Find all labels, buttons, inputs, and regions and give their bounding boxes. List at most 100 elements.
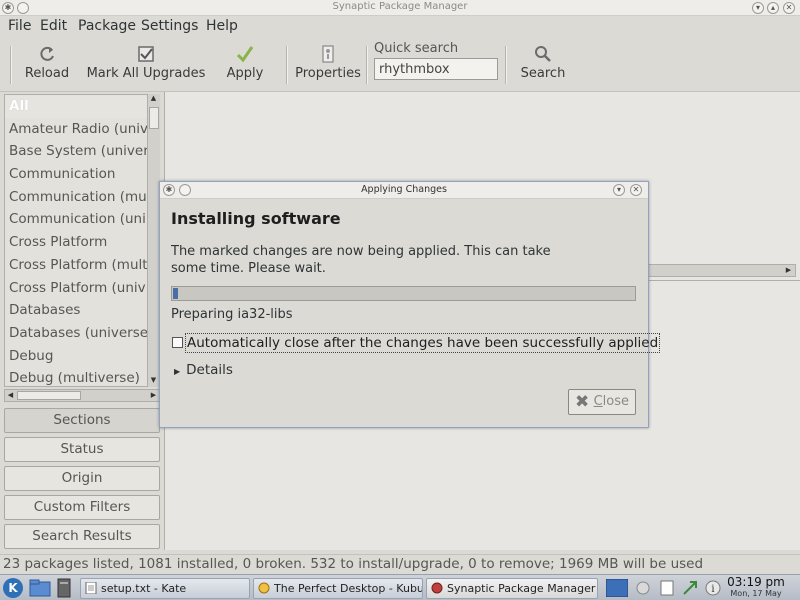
search-results-button[interactable]: Search Results — [4, 524, 160, 549]
scroll-right-icon[interactable]: ▶ — [783, 266, 794, 274]
reload-icon — [40, 46, 54, 61]
close-button[interactable]: ✖ Close — [568, 389, 636, 415]
mark-all-upgrades-label: Mark All Upgrades — [86, 66, 206, 81]
section-list-hscrollbar[interactable]: ◀ ▶ — [4, 389, 160, 402]
custom-filters-button[interactable]: Custom Filters — [4, 495, 160, 520]
task-browser[interactable]: The Perfect Desktop - Kubuntu — [253, 578, 423, 599]
menu-settings[interactable]: Settings — [141, 18, 198, 34]
toolbar-separator — [286, 46, 288, 84]
section-item[interactable]: All — [5, 95, 159, 118]
status-bar: 23 packages listed, 1081 installed, 0 br… — [0, 554, 800, 574]
text-file-icon — [85, 582, 97, 594]
section-item[interactable]: Debug — [5, 345, 159, 368]
clock[interactable]: 03:19 pm Mon, 17 May — [726, 576, 786, 599]
mark-all-upgrades-button[interactable]: Mark All Upgrades — [86, 44, 206, 81]
search-icon — [535, 46, 551, 62]
scrollbar-thumb[interactable] — [149, 107, 159, 129]
desktop-pager-icon[interactable] — [606, 579, 628, 597]
status-text: 23 packages listed, 1081 installed, 0 br… — [3, 556, 704, 572]
origin-filter-button[interactable]: Origin — [4, 466, 160, 491]
close-icon: ✖ — [575, 392, 590, 412]
dialog-heading: Installing software — [171, 209, 341, 228]
maximize-icon[interactable]: ▴ — [767, 2, 779, 14]
clock-time: 03:19 pm — [727, 575, 785, 589]
details-expander[interactable]: ▶ Details — [174, 362, 233, 378]
section-item[interactable]: Cross Platform (univ — [5, 277, 159, 300]
sections-filter-button[interactable]: Sections — [4, 408, 160, 433]
expander-arrow-icon: ▶ — [174, 367, 181, 376]
dialog-title: Applying Changes — [361, 184, 447, 195]
menu-file[interactable]: File — [8, 18, 31, 34]
progress-bar — [171, 286, 636, 301]
reload-button[interactable]: Reload — [22, 44, 72, 81]
toolbar: Reload Mark All Upgrades Apply Propertie… — [0, 38, 800, 92]
toolbar-separator — [505, 46, 507, 84]
tray-icon[interactable] — [636, 581, 650, 595]
section-item[interactable]: Amateur Radio (univ — [5, 118, 159, 141]
properties-button[interactable]: Properties — [294, 44, 362, 81]
scroll-down-icon[interactable]: ▼ — [148, 376, 159, 384]
window-titlebar: ✱ Synaptic Package Manager ▾ ▴ ✕ — [0, 0, 800, 16]
minimize-icon[interactable]: ▾ — [613, 184, 625, 196]
properties-label: Properties — [295, 66, 361, 81]
menu-package[interactable]: Package — [78, 18, 136, 34]
network-icon[interactable] — [682, 580, 698, 596]
mark-upgrades-icon — [138, 46, 154, 62]
auto-close-option[interactable]: Automatically close after the changes ha… — [171, 333, 661, 353]
applying-changes-dialog: ✱ Applying Changes ▾ ✕ Installing softwa… — [159, 181, 661, 428]
close-accelerator: C — [593, 394, 603, 409]
task-label: Synaptic Package Manager — [447, 582, 596, 595]
clipboard-icon[interactable] — [660, 580, 674, 596]
properties-icon — [322, 45, 334, 63]
task-kate[interactable]: setup.txt - Kate — [80, 578, 250, 599]
status-filter-button[interactable]: Status — [4, 437, 160, 462]
section-list[interactable]: All Amateur Radio (univ Base System (uni… — [4, 94, 160, 387]
search-label: Search — [520, 66, 566, 81]
computer-icon[interactable] — [56, 578, 72, 598]
scrollbar-thumb[interactable] — [17, 391, 81, 400]
quick-search-input[interactable] — [374, 58, 498, 80]
task-label: The Perfect Desktop - Kubuntu — [274, 582, 422, 595]
kde-menu-icon[interactable]: K — [2, 577, 24, 599]
reload-label: Reload — [24, 66, 70, 81]
menu-bar: File Edit Package Settings Help — [0, 16, 800, 38]
scroll-left-icon[interactable]: ◀ — [5, 391, 16, 399]
scroll-right-icon[interactable]: ▶ — [148, 391, 159, 399]
auto-close-checkbox[interactable] — [172, 337, 183, 348]
section-item[interactable]: Communication (mu — [5, 186, 159, 209]
search-button[interactable]: Search — [516, 44, 570, 81]
apply-button[interactable]: Apply — [222, 44, 268, 81]
section-item[interactable]: Communication (uni — [5, 208, 159, 231]
task-synaptic[interactable]: Synaptic Package Manager — [426, 578, 598, 599]
details-label: Details — [186, 362, 233, 378]
section-item[interactable]: Base System (univer — [5, 140, 159, 163]
section-item[interactable]: Databases — [5, 299, 159, 322]
checkmark-icon — [236, 46, 254, 63]
quick-search-label: Quick search — [374, 41, 459, 56]
home-folder-icon[interactable] — [29, 578, 51, 598]
section-item[interactable]: Debug (multiverse) — [5, 367, 159, 386]
info-icon[interactable]: i — [705, 580, 721, 596]
auto-close-label[interactable]: Automatically close after the changes ha… — [185, 333, 661, 353]
close-icon[interactable]: ✕ — [630, 184, 642, 196]
task-label: setup.txt - Kate — [101, 582, 187, 595]
synaptic-icon — [431, 582, 443, 594]
apply-label: Apply — [226, 66, 264, 81]
browser-icon — [258, 582, 270, 594]
section-item[interactable]: Cross Platform — [5, 231, 159, 254]
section-item[interactable]: Cross Platform (mult — [5, 254, 159, 277]
scroll-up-icon[interactable]: ▲ — [148, 94, 159, 102]
toolbar-separator — [366, 46, 368, 84]
toolbar-separator — [10, 46, 12, 84]
menu-help[interactable]: Help — [206, 18, 238, 34]
progress-fill — [173, 288, 178, 299]
close-icon[interactable]: ✕ — [783, 2, 795, 14]
progress-status: Preparing ia32-libs — [171, 307, 293, 322]
section-item[interactable]: Communication — [5, 163, 159, 186]
dialog-message: The marked changes are now being applied… — [171, 244, 551, 276]
dialog-titlebar: ✱ Applying Changes ▾ ✕ — [160, 182, 648, 199]
section-item[interactable]: Databases (universe) — [5, 322, 159, 345]
clock-date: Mon, 17 May — [730, 589, 782, 598]
minimize-icon[interactable]: ▾ — [752, 2, 764, 14]
menu-edit[interactable]: Edit — [40, 18, 67, 34]
